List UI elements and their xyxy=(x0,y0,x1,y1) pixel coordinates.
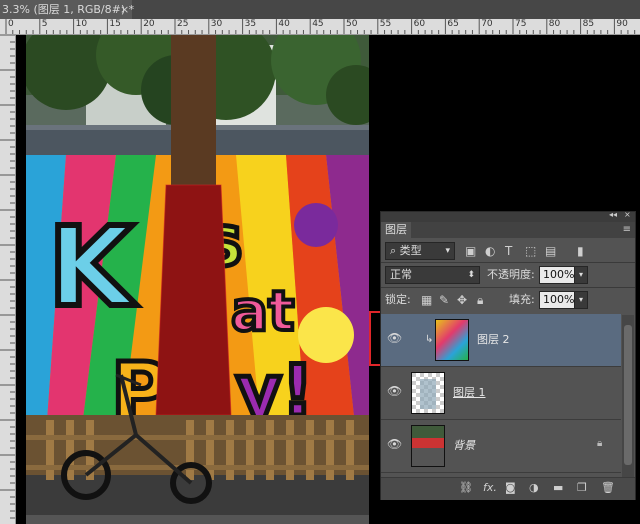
shape-filter-icon[interactable]: ⬚ xyxy=(525,243,536,259)
visibility-eye-icon[interactable]: 👁︎ xyxy=(387,331,402,345)
layer-thumbnail xyxy=(411,372,445,414)
filter-kind-dropdown[interactable]: ⌕ 类型 ▾ xyxy=(385,242,455,260)
panel-top-bar: ◂◂ × xyxy=(381,210,635,222)
ruler-number: 35 xyxy=(244,19,257,29)
panel-menu-icon[interactable]: ≡ xyxy=(623,222,631,238)
chevron-updown-icon: ⬍ xyxy=(467,270,475,280)
document-tab-bar: 3.3% (图层 1, RGB/8#) * × xyxy=(0,0,640,20)
fill-input[interactable]: 100% xyxy=(539,291,575,309)
lock-icon: 🔒︎ xyxy=(597,438,603,449)
blend-row: 正常 ⬍ 不透明度: 100% ▾ xyxy=(381,264,635,286)
vertical-ruler xyxy=(0,35,16,524)
layer-name[interactable]: 背景 xyxy=(453,437,475,453)
ruler-number: 60 xyxy=(413,19,426,29)
lock-all-icon[interactable]: 🔒︎ xyxy=(477,292,483,308)
image-filter-icon[interactable]: ▣ xyxy=(465,243,476,259)
svg-text:K: K xyxy=(48,203,137,331)
fx-icon[interactable]: fx. xyxy=(483,481,497,495)
visibility-eye-icon[interactable]: 👁︎ xyxy=(387,437,402,451)
artwork-image: K s at P y! xyxy=(26,35,369,524)
type-filter-icon[interactable]: T xyxy=(505,243,512,259)
layer-thumbnail xyxy=(411,425,445,467)
close-tab-icon[interactable]: × xyxy=(120,0,129,19)
opacity-input[interactable]: 100% xyxy=(539,266,575,284)
layer-row-selected[interactable]: 👁︎ ↳ 图层 2 xyxy=(381,314,621,367)
layer-thumbnail xyxy=(435,319,469,361)
adjustment-layer-icon[interactable]: ◑ xyxy=(529,481,539,495)
ruler-number: 65 xyxy=(447,19,459,29)
link-layers-icon[interactable]: ⛓︎ xyxy=(459,481,473,495)
ruler-number: 45 xyxy=(312,19,324,29)
lock-transparent-icon[interactable]: ▦ xyxy=(421,292,432,308)
document-tab-title: 3.3% (图层 1, RGB/8#) * xyxy=(2,3,135,16)
tab-layers[interactable]: 图层 xyxy=(381,222,411,238)
new-layer-icon[interactable]: ❐ xyxy=(577,481,587,495)
horizontal-ruler: 0 5 10 15 20 25 30 35 40 45 50 55 60 65 70 75 80 85 90 xyxy=(0,19,640,35)
visibility-eye-icon[interactable]: 👁︎ xyxy=(387,384,402,398)
opacity-label: 不透明度: xyxy=(487,268,535,281)
ruler-number: 70 xyxy=(481,19,493,29)
ruler-number: 30 xyxy=(210,19,223,29)
ruler-number: 5 xyxy=(41,19,48,29)
ruler-number: 15 xyxy=(109,19,121,29)
layers-scrollbar[interactable] xyxy=(622,315,634,478)
layer-name[interactable]: 图层 1 xyxy=(453,384,486,400)
scrollbar-thumb[interactable] xyxy=(624,325,632,465)
document-tab[interactable]: 3.3% (图层 1, RGB/8#) * × xyxy=(0,0,135,19)
new-group-icon[interactable]: ▬ xyxy=(553,481,563,495)
search-icon: ⌕ xyxy=(390,244,400,257)
fill-label: 填充: xyxy=(509,293,535,306)
blend-mode-dropdown[interactable]: 正常 ⬍ xyxy=(385,266,480,284)
lock-image-icon[interactable]: ✎ xyxy=(439,292,449,308)
ruler-number: 25 xyxy=(177,19,189,29)
ruler-number: 90 xyxy=(616,19,628,29)
ruler-number: 80 xyxy=(548,19,561,29)
panel-bottom-toolbar: ⛓︎ fx. ◙ ◑ ▬ ❐ 🗑︎ xyxy=(381,477,635,500)
lock-row: 锁定: ▦ ✎ ✥ 🔒︎ 填充: 100% ▾ xyxy=(381,289,635,311)
lock-label: 锁定: xyxy=(385,293,411,306)
svg-text:at: at xyxy=(231,279,294,343)
smart-object-filter-icon[interactable]: ▤ xyxy=(545,243,556,259)
filter-toggle-icon[interactable]: ▮ xyxy=(577,243,584,259)
layer-row[interactable]: 👁︎ 图层 1 xyxy=(381,367,621,420)
blend-mode-value: 正常 xyxy=(390,268,412,281)
ruler-number: 10 xyxy=(75,19,88,29)
clipping-arrow-icon: ↳ xyxy=(425,334,434,345)
ruler-number: 55 xyxy=(379,19,392,29)
filter-row: ⌕ 类型 ▾ ▣ ◐ T ⬚ ▤ ▮ xyxy=(381,240,635,262)
ruler-number: 40 xyxy=(278,19,290,29)
layer-name[interactable]: 图层 2 xyxy=(477,331,510,347)
trash-icon[interactable]: 🗑︎ xyxy=(601,481,615,495)
divider xyxy=(381,262,635,263)
vertical-ruler-ticks xyxy=(0,35,15,519)
collapse-panel-icon[interactable]: ◂◂ xyxy=(609,210,617,219)
lock-position-icon[interactable]: ✥ xyxy=(457,292,467,308)
ruler-number: 50 xyxy=(346,19,358,29)
ruler-number: 20 xyxy=(143,19,155,29)
ruler-number: 85 xyxy=(582,19,595,29)
filter-kind-value: 类型 xyxy=(399,244,422,257)
close-panel-icon[interactable]: × xyxy=(624,210,631,219)
divider xyxy=(381,287,635,288)
chevron-down-icon: ▾ xyxy=(445,246,450,256)
layer-row[interactable]: 👁︎ 背景 🔒︎ xyxy=(381,420,621,473)
panel-tabs: 图层 ≡ xyxy=(381,222,635,238)
opacity-dropdown-icon[interactable]: ▾ xyxy=(574,266,588,284)
layers-panel: ◂◂ × 图层 ≡ ⌕ 类型 ▾ ▣ ◐ T ⬚ ▤ ▮ 正常 ⬍ 不透明度: … xyxy=(380,210,636,500)
ruler-number: 75 xyxy=(515,19,527,29)
ruler-number: 0 xyxy=(8,19,14,29)
add-mask-icon[interactable]: ◙ xyxy=(505,481,516,495)
fill-dropdown-icon[interactable]: ▾ xyxy=(574,291,588,309)
adjustment-filter-icon[interactable]: ◐ xyxy=(485,243,495,259)
